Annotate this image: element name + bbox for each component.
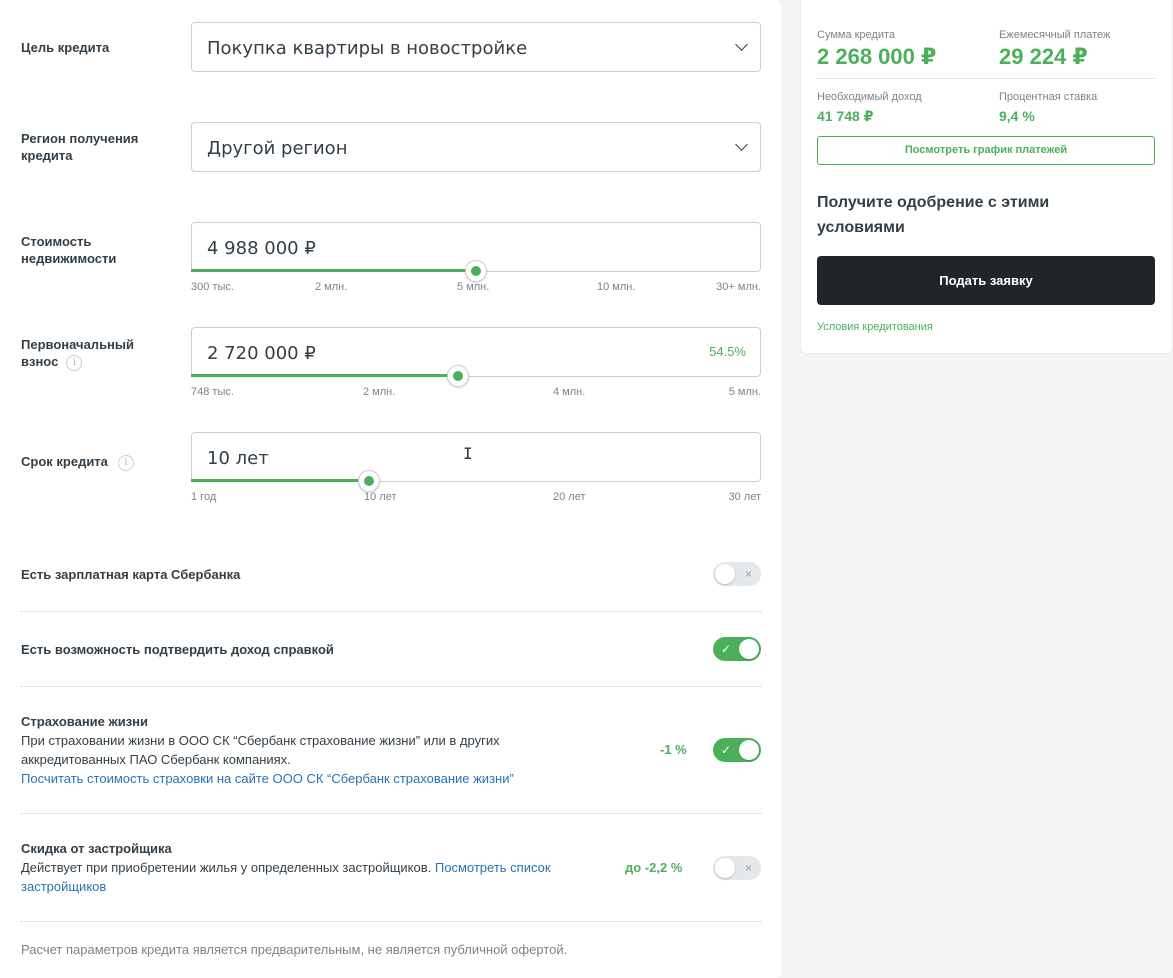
income-proof-label: Есть возможность подтвердить доход справ… xyxy=(21,642,334,657)
required-income-value: 41 748 ₽ xyxy=(817,108,874,124)
toggle-knob xyxy=(715,858,735,878)
loan-amount-label: Сумма кредита xyxy=(817,29,896,41)
tick-label: 4 млн. xyxy=(553,386,586,398)
life-insurance-description-text: При страховании жизни в ООО СК “Сбербанк… xyxy=(21,733,500,767)
property-cost-value: 4 988 000 ₽ xyxy=(207,238,316,259)
property-cost-ticks: 300 тыс. 2 млн. 5 млн. 10 млн. 30+ млн. xyxy=(191,281,761,295)
check-icon: ✓ xyxy=(721,743,732,757)
property-cost-track-fill xyxy=(191,269,476,272)
info-icon[interactable]: i xyxy=(66,354,83,371)
tick-label: 5 млн. xyxy=(728,386,761,398)
region-select[interactable]: Другой регион xyxy=(191,122,761,172)
term-input[interactable]: 10 лет xyxy=(191,432,761,492)
divider xyxy=(21,813,761,814)
calculator-form: Цель кредита Покупка квартиры в новостро… xyxy=(0,0,781,978)
approval-title: Получите одобрение с этими условиями xyxy=(817,194,1050,236)
property-cost-label: Стоимость недвижимости xyxy=(21,234,117,266)
tick-label: 5 млн. xyxy=(457,281,490,293)
down-payment-input[interactable]: 2 720 000 ₽ 54.5% xyxy=(191,327,761,387)
life-insurance-toggle[interactable]: ✓ xyxy=(713,738,761,762)
check-icon: ✓ xyxy=(721,642,732,656)
purpose-value: Покупка квартиры в новостройке xyxy=(207,38,528,59)
toggle-knob xyxy=(715,564,735,584)
down-payment-percent: 54.5% xyxy=(709,344,746,359)
salary-card-label: Есть зарплатная карта Сбербанка xyxy=(21,567,241,582)
developer-discount-description: Действует при приобретении жилья у опред… xyxy=(21,858,566,896)
down-payment-track-fill xyxy=(191,374,458,377)
term-track-fill xyxy=(191,479,369,482)
rate-label: Процентная ставка xyxy=(999,91,1098,103)
tick-label: 300 тыс. xyxy=(191,281,234,293)
required-income-label: Необходимый доход xyxy=(817,91,922,103)
purpose-select[interactable]: Покупка квартиры в новостройке xyxy=(191,22,761,72)
tick-label: 1 год xyxy=(191,491,217,503)
loan-amount-value: 2 268 000 ₽ xyxy=(817,44,937,69)
monthly-payment-label: Ежемесячный платеж xyxy=(999,29,1111,41)
purpose-label: Цель кредита xyxy=(21,40,110,55)
term-label: Срок кредита i xyxy=(21,453,134,471)
property-cost-input[interactable]: 4 988 000 ₽ xyxy=(191,222,761,282)
tick-label: 2 млн. xyxy=(363,386,396,398)
down-payment-ticks: 748 тыс. 2 млн. 4 млн. 5 млн. xyxy=(191,386,761,400)
region-label: Регион получения кредита xyxy=(21,131,139,163)
term-ticks: 1 год 10 лет 20 лет 30 лет xyxy=(191,491,761,505)
disclaimer: Расчет параметров кредита является предв… xyxy=(21,942,568,957)
down-payment-slider-thumb[interactable] xyxy=(447,365,469,387)
text-cursor-icon: I xyxy=(463,444,473,463)
divider xyxy=(21,921,761,922)
divider xyxy=(21,686,761,687)
divider xyxy=(21,611,761,612)
life-insurance-link[interactable]: Посчитать стоимость страховки на сайте О… xyxy=(21,771,514,786)
tick-label: 2 млн. xyxy=(315,281,348,293)
tick-label: 30+ млн. xyxy=(716,281,761,293)
chevron-down-icon xyxy=(735,138,748,151)
life-insurance-title: Страхование жизни xyxy=(21,714,149,729)
chevron-down-icon xyxy=(735,38,748,51)
salary-card-toggle[interactable]: × xyxy=(713,562,761,586)
life-insurance-description: При страховании жизни в ООО СК “Сбербанк… xyxy=(21,731,581,788)
tick-label: 10 млн. xyxy=(597,281,636,293)
view-schedule-button[interactable]: Посмотреть график платежей xyxy=(817,136,1155,165)
term-value: 10 лет xyxy=(207,448,269,469)
tick-label: 30 лет xyxy=(728,491,761,503)
credit-conditions-link[interactable]: Условия кредитования xyxy=(817,321,933,333)
developer-discount-title: Скидка от застройщика xyxy=(21,841,172,856)
tick-label: 748 тыс. xyxy=(191,386,234,398)
monthly-payment-value: 29 224 ₽ xyxy=(999,44,1088,69)
cross-icon: × xyxy=(744,567,752,581)
property-cost-slider-thumb[interactable] xyxy=(465,260,487,282)
tick-label: 20 лет xyxy=(553,491,586,503)
rate-value: 9,4 % xyxy=(999,108,1035,124)
apply-button[interactable]: Подать заявку xyxy=(817,256,1155,305)
down-payment-label: Первоначальный взнос i xyxy=(21,336,161,371)
developer-discount-value: до -2,2 % xyxy=(625,860,683,875)
term-label-text: Срок кредита xyxy=(21,454,108,469)
income-proof-toggle[interactable]: ✓ xyxy=(713,637,761,661)
life-insurance-discount: -1 % xyxy=(660,742,687,757)
region-value: Другой регион xyxy=(207,138,348,159)
info-icon[interactable]: i xyxy=(117,454,134,471)
summary-card: Сумма кредита 2 268 000 ₽ Ежемесячный пл… xyxy=(801,0,1172,353)
term-slider-thumb[interactable] xyxy=(358,470,380,492)
developer-discount-description-text: Действует при приобретении жилья у опред… xyxy=(21,860,432,875)
toggle-knob xyxy=(739,740,759,760)
tick-label: 10 лет xyxy=(364,491,397,503)
down-payment-value: 2 720 000 ₽ xyxy=(207,343,316,364)
divider xyxy=(817,78,1155,79)
toggle-knob xyxy=(739,639,759,659)
cross-icon: × xyxy=(744,861,752,875)
developer-discount-toggle[interactable]: × xyxy=(713,856,761,880)
